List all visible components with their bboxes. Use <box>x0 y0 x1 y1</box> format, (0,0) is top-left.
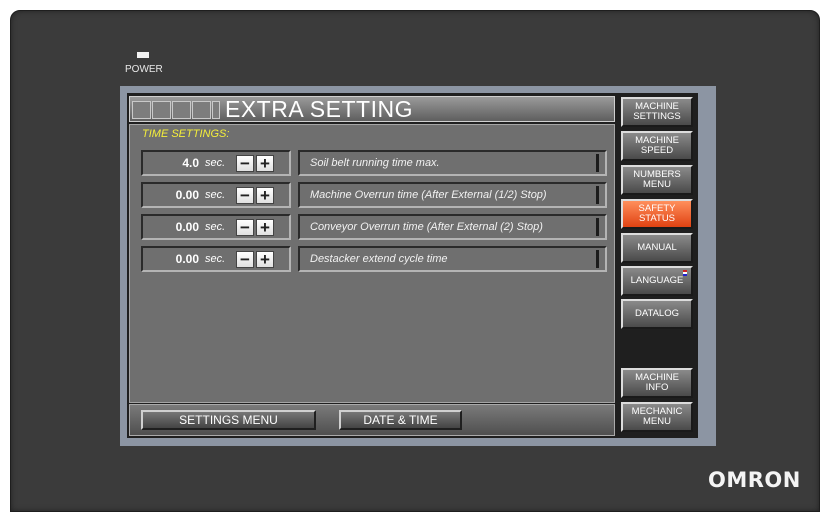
setting-unit: sec. <box>205 253 226 265</box>
numbers-menu-button[interactable]: NUMBERS MENU <box>621 165 693 195</box>
mechanic-menu-button[interactable]: MECHANIC MENU <box>621 402 693 432</box>
title-block-icon <box>192 101 211 119</box>
plus-icon[interactable]: + <box>256 155 274 172</box>
setting-unit: sec. <box>205 189 226 201</box>
date-time-button[interactable]: DATE & TIME <box>339 410 462 430</box>
side-menu-gap <box>621 332 693 365</box>
minus-icon[interactable]: − <box>236 219 254 236</box>
plus-icon[interactable]: + <box>256 251 274 268</box>
minus-icon[interactable]: − <box>236 251 254 268</box>
title-block-icon <box>132 101 151 119</box>
settings-menu-button[interactable]: SETTINGS MENU <box>141 410 316 430</box>
plus-icon[interactable]: + <box>256 187 274 204</box>
setting-value-box[interactable]: 4.0 sec. − + <box>141 150 291 176</box>
plus-icon[interactable]: + <box>256 219 274 236</box>
hmi-screen: EXTRA SETTING TIME SETTINGS: 4.0 sec. − … <box>127 93 698 438</box>
title-block-icon <box>152 101 171 119</box>
minus-icon[interactable]: − <box>236 155 254 172</box>
bottom-bar: SETTINGS MENU DATE & TIME <box>129 404 615 436</box>
page-title: EXTRA SETTING <box>225 96 413 122</box>
machine-settings-button[interactable]: MACHINE SETTINGS <box>621 97 693 127</box>
language-button[interactable]: LANGUAGE <box>621 266 693 296</box>
title-block-icon <box>212 101 220 119</box>
power-label: POWER <box>125 64 163 75</box>
minus-icon[interactable]: − <box>236 187 254 204</box>
power-led-icon <box>137 52 149 58</box>
setting-description: Soil belt running time max. <box>298 150 607 176</box>
title-bar: EXTRA SETTING <box>129 96 615 122</box>
setting-unit: sec. <box>205 157 226 169</box>
datalog-button[interactable]: DATALOG <box>621 299 693 329</box>
setting-description: Machine Overrun time (After External (1/… <box>298 182 607 208</box>
setting-unit: sec. <box>205 221 226 233</box>
flag-icon <box>683 270 687 276</box>
setting-description: Destacker extend cycle time <box>298 246 607 272</box>
setting-value-box[interactable]: 0.00 sec. − + <box>141 246 291 272</box>
setting-value[interactable]: 4.0 <box>163 156 199 170</box>
brand-logo: OMRON <box>708 468 801 492</box>
machine-info-button[interactable]: MACHINE INFO <box>621 368 693 398</box>
setting-description: Conveyor Overrun time (After External (2… <box>298 214 607 240</box>
setting-value-box[interactable]: 0.00 sec. − + <box>141 182 291 208</box>
section-title: TIME SETTINGS: <box>142 128 230 140</box>
setting-value[interactable]: 0.00 <box>163 252 199 266</box>
setting-value[interactable]: 0.00 <box>163 220 199 234</box>
title-block-icon <box>172 101 191 119</box>
setting-value[interactable]: 0.00 <box>163 188 199 202</box>
setting-value-box[interactable]: 0.00 sec. − + <box>141 214 291 240</box>
machine-speed-button[interactable]: MACHINE SPEED <box>621 131 693 161</box>
manual-button[interactable]: MANUAL <box>621 233 693 263</box>
language-label: LANGUAGE <box>630 275 684 286</box>
safety-status-button[interactable]: SAFETY STATUS <box>621 199 693 229</box>
